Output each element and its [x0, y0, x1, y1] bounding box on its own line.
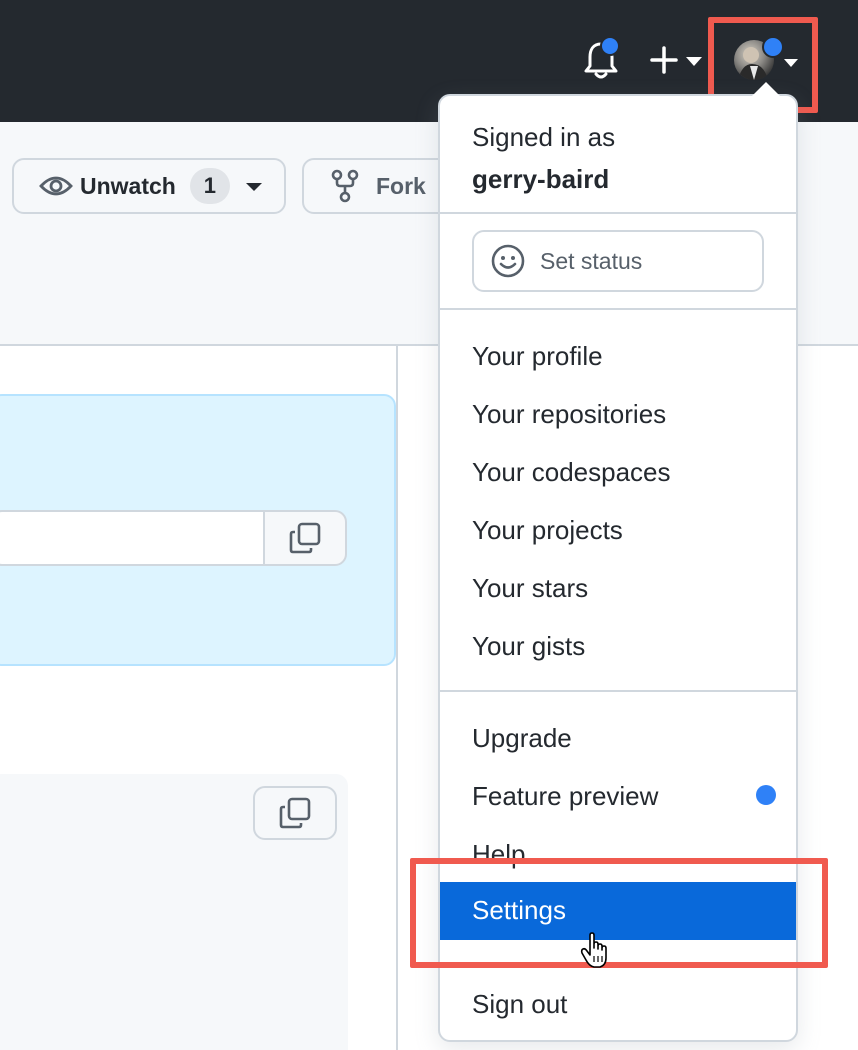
username: gerry-baird [472, 164, 610, 194]
dropdown-caret [752, 82, 780, 96]
menu-item-your-projects[interactable]: Your projects [472, 510, 623, 550]
set-status-button[interactable]: Set status [472, 230, 764, 292]
create-new-button[interactable] [648, 42, 708, 78]
copy-code-button[interactable] [253, 786, 337, 840]
feature-preview-indicator [756, 785, 776, 805]
unwatch-button[interactable]: Unwatch 1 [12, 158, 286, 214]
hand-pointer-icon [580, 932, 607, 968]
divider [396, 346, 398, 1050]
menu-divider [440, 212, 796, 214]
watchers-count: 1 [189, 168, 230, 204]
copy-icon [289, 522, 321, 554]
signed-in-header: Signed in as gerry-baird [472, 116, 615, 200]
unwatch-label: Unwatch [80, 172, 176, 199]
menu-item-your-repositories[interactable]: Your repositories [472, 394, 666, 434]
fork-label: Fork [376, 172, 426, 199]
chevron-down-icon [245, 183, 262, 191]
menu-item-your-gists[interactable]: Your gists [472, 626, 585, 666]
highlight-box-settings [410, 858, 828, 968]
copy-url-button[interactable] [263, 510, 347, 566]
set-status-label: Set status [540, 247, 643, 274]
smiley-icon [491, 244, 525, 278]
copy-icon [279, 797, 311, 829]
menu-divider [440, 308, 796, 310]
menu-item-feature-preview[interactable]: Feature preview [472, 776, 658, 816]
notification-indicator [600, 36, 620, 56]
menu-item-your-stars[interactable]: Your stars [472, 568, 588, 608]
menu-item-sign-out[interactable]: Sign out [472, 984, 567, 1024]
eye-icon [39, 176, 73, 196]
menu-item-upgrade[interactable]: Upgrade [472, 718, 572, 758]
menu-item-your-codespaces[interactable]: Your codespaces [472, 452, 671, 492]
clone-url-input[interactable] [0, 510, 264, 566]
plus-icon [650, 46, 702, 74]
menu-item-your-profile[interactable]: Your profile [472, 336, 603, 376]
fork-icon [331, 169, 359, 203]
signed-in-label: Signed in as [472, 122, 616, 152]
menu-divider [440, 690, 796, 692]
